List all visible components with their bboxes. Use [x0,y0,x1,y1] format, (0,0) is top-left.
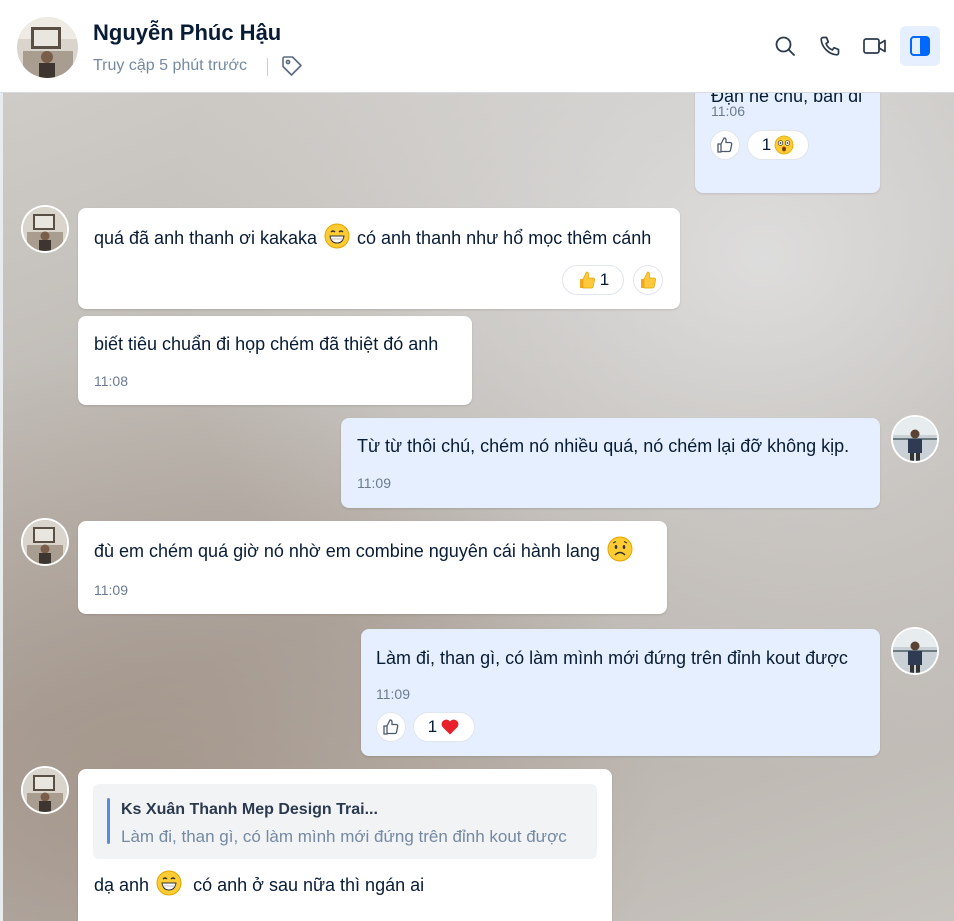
message-text: Từ từ thôi chú, chém nó nhiều quá, nó ch… [357,436,850,456]
message-text-part: dạ anh [94,875,150,895]
react-button[interactable] [633,265,663,295]
last-active-status: Truy cập 5 phút trước [93,57,247,74]
message-time: 11:08 [94,373,128,389]
message-text-part: có anh thanh như hổ mọc thêm cánh [357,228,652,248]
message-time: 11:06 [711,103,745,119]
sender-avatar[interactable] [23,768,67,812]
panel-edge [0,93,3,921]
video-icon [863,38,886,54]
message-bubble-outgoing[interactable]: Từ từ thôi chú, chém nó nhiều quá, nó ch… [341,418,880,508]
sender-avatar[interactable] [23,520,67,564]
quoted-text: Làm đi, than gì, có làm mình mới đứng tr… [121,827,567,846]
message-time: 11:09 [94,582,128,598]
thumbs-up-emoji [579,271,595,289]
reaction-summary[interactable]: 1 [413,712,475,742]
voice-call-button[interactable] [810,26,850,66]
message-bubble-outgoing[interactable]: Đạn nè chú, bắn đi 11:06 1 [695,93,880,193]
like-outline-icon [717,137,733,153]
message-text: đù em chém quá giờ nó nhờ em combine ngu… [94,536,633,562]
message-time: 11:09 [357,475,391,491]
header-divider [267,58,268,76]
reaction-count: 1 [761,135,772,154]
reaction-count: 1 [599,270,610,289]
contact-avatar[interactable] [17,17,78,78]
message-bubble-incoming[interactable]: quá đã anh thanh ơi kakaka có anh thanh … [78,208,680,309]
sender-avatar[interactable] [23,207,67,251]
toggle-sidebar-button[interactable] [900,26,940,66]
video-call-button[interactable] [855,26,895,66]
phone-icon [820,36,840,56]
message-list[interactable]: Đạn nè chú, bắn đi 11:06 1 quá đã anh th… [0,93,954,921]
message-text: quá đã anh thanh ơi kakaka có anh thanh … [94,223,652,249]
message-time: 11:09 [376,686,410,702]
quoted-message[interactable]: Ks Xuân Thanh Mep Design Trai... Làm đi,… [93,784,597,859]
message-text-part: quá đã anh thanh ơi kakaka [94,228,317,248]
tag-icon[interactable] [280,54,304,78]
message-text-part: đù em chém quá giờ nó nhờ em combine ngu… [94,541,600,561]
search-icon [775,36,795,56]
search-button[interactable] [765,26,805,66]
quote-bar [107,798,110,844]
message-bubble-incoming[interactable]: đù em chém quá giờ nó nhờ em combine ngu… [78,521,667,614]
frowning-emoji [607,536,633,562]
reaction-summary[interactable]: 1 [562,265,624,295]
message-bubble-incoming[interactable]: Ks Xuân Thanh Mep Design Trai... Làm đi,… [78,769,612,921]
heart-emoji [441,719,459,735]
my-avatar[interactable] [893,629,937,673]
message-bubble-outgoing[interactable]: Làm đi, than gì, có làm mình mới đứng tr… [361,629,880,756]
message-text: biết tiêu chuẩn đi họp chém đã thiệt đó … [94,334,439,354]
react-button[interactable] [376,712,406,742]
my-avatar[interactable] [893,417,937,461]
message-text: Làm đi, than gì, có làm mình mới đứng tr… [376,648,848,668]
sidebar-toggle-icon [910,36,930,56]
astonished-emoji [774,135,794,155]
thumbs-up-emoji [641,271,656,289]
grinning-emoji [156,870,182,896]
chat-header: Nguyễn Phúc Hậu Truy cập 5 phút trước [0,0,954,93]
grinning-emoji [324,223,350,249]
reaction-summary[interactable]: 1 [747,130,809,160]
react-button[interactable] [710,130,740,160]
message-bubble-incoming[interactable]: biết tiêu chuẩn đi họp chém đã thiệt đó … [78,316,472,405]
message-text: dạ anh có anh ở sau nữa thì ngán ai [94,870,425,896]
message-text-part: có anh ở sau nữa thì ngán ai [193,875,425,895]
reaction-count: 1 [427,717,438,736]
contact-name: Nguyễn Phúc Hậu [93,20,282,45]
quoted-author: Ks Xuân Thanh Mep Design Trai... [121,801,378,818]
like-outline-icon [383,719,399,735]
